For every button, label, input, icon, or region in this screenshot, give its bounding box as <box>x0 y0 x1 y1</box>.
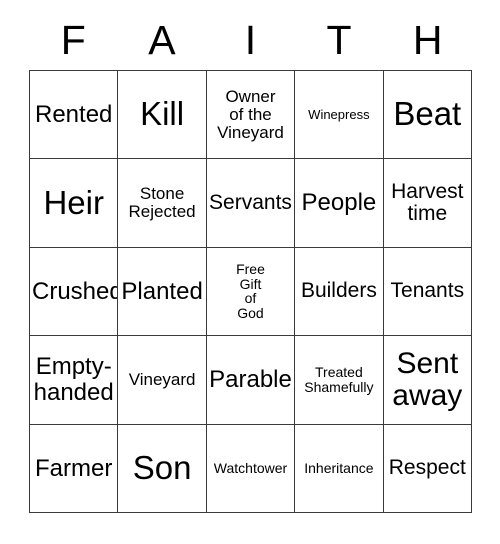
bingo-cell-label: Farmer <box>35 454 113 482</box>
bingo-cell-label: Planted <box>121 277 203 305</box>
bingo-cell-r1-c1[interactable]: Stone Rejected <box>118 159 207 248</box>
bingo-header-letter-0: F <box>60 17 86 63</box>
bingo-cell-label: Stone Rejected <box>128 184 196 222</box>
bingo-cell-label: Rented <box>35 100 113 128</box>
bingo-cell-r4-c4[interactable]: Respect <box>383 424 472 513</box>
bingo-cell-r3-c1[interactable]: Vineyard <box>118 336 207 425</box>
bingo-cell-label: Owner of the Vineyard <box>217 86 284 142</box>
bingo-cell-label: Winepress <box>308 106 370 122</box>
bingo-cell-label: Son <box>132 448 192 486</box>
bingo-cell-r2-c4[interactable]: Tenants <box>383 247 472 337</box>
bingo-cell-r4-c2[interactable]: Watchtower <box>206 424 296 513</box>
bingo-cell-r4-c3[interactable]: Inheritance <box>295 424 384 513</box>
bingo-cell-r3-c4[interactable]: Sent away <box>383 336 472 425</box>
bingo-cell-r2-c1[interactable]: Planted <box>118 247 207 337</box>
bingo-cell-label: Parable <box>209 366 292 394</box>
bingo-cell-r0-c3[interactable]: Winepress <box>295 71 384 160</box>
bingo-header-row: FAITH <box>29 14 472 66</box>
bingo-cell-r0-c1[interactable]: Kill <box>118 71 207 160</box>
bingo-header-letter-2: I <box>244 17 257 63</box>
bingo-cell-label: Watchtower <box>213 459 288 476</box>
bingo-cell-r4-c1[interactable]: Son <box>118 424 207 513</box>
bingo-header-letter-1: A <box>148 17 176 63</box>
bingo-card: F A I T H Rented Kill Owner of the Vineyard Win… <box>0 0 500 544</box>
bingo-cell-label: Kill <box>140 95 185 133</box>
bingo-cell-r0-c2[interactable]: Owner of the Vineyard <box>206 71 296 160</box>
bingo-header-letter-3: T <box>326 17 352 63</box>
bingo-cell-label: Heir <box>43 183 104 221</box>
bingo-cell-label: Vineyard <box>128 369 196 389</box>
bingo-cell-r0-c4[interactable]: Beat <box>383 71 472 160</box>
bingo-cell-r3-c0[interactable]: Empty- handed <box>30 336 119 425</box>
bingo-cell-label: Empty- handed <box>33 353 114 406</box>
bingo-cell-label: Beat <box>393 95 462 133</box>
bingo-cell-label: Crushed <box>32 277 119 305</box>
bingo-cell-label: Harvest time <box>391 179 464 226</box>
bingo-cell-r2-c2[interactable]: Free Gift of God <box>206 247 296 337</box>
bingo-cell-r3-c2[interactable]: Parable <box>206 336 296 425</box>
bingo-cell-r2-c3[interactable]: Builders <box>295 247 384 337</box>
bingo-cell-label: Free Gift of God <box>236 260 265 322</box>
bingo-cell-r1-c0[interactable]: Heir <box>30 159 119 248</box>
bingo-cell-r3-c3[interactable]: Treated Shamefully <box>295 336 384 425</box>
bingo-cell-label: People <box>301 189 377 217</box>
bingo-cell-label: Sent away <box>392 347 463 412</box>
bingo-cell-label: Inheritance <box>304 459 374 476</box>
bingo-cell-label: Servants <box>209 190 292 214</box>
bingo-cell-r1-c3[interactable]: People <box>295 159 384 248</box>
bingo-cell-r0-c0[interactable]: Rented <box>30 71 119 160</box>
bingo-cell-r4-c0[interactable]: Farmer <box>30 424 119 513</box>
bingo-header-letter-4: H <box>412 17 443 63</box>
bingo-cell-label: Builders <box>300 279 377 303</box>
bingo-cell-r1-c4[interactable]: Harvest time <box>383 159 472 248</box>
bingo-cell-label: Tenants <box>390 279 465 303</box>
bingo-cell-r1-c2[interactable]: Servants <box>206 159 296 248</box>
bingo-grid: Rented Kill Owner of the Vineyard Winepress… <box>29 70 472 513</box>
bingo-cell-label: Treated Shamefully <box>304 364 374 395</box>
bingo-cell-r2-c0[interactable]: Crushed <box>30 247 119 337</box>
bingo-cell-label: Respect <box>388 456 466 480</box>
